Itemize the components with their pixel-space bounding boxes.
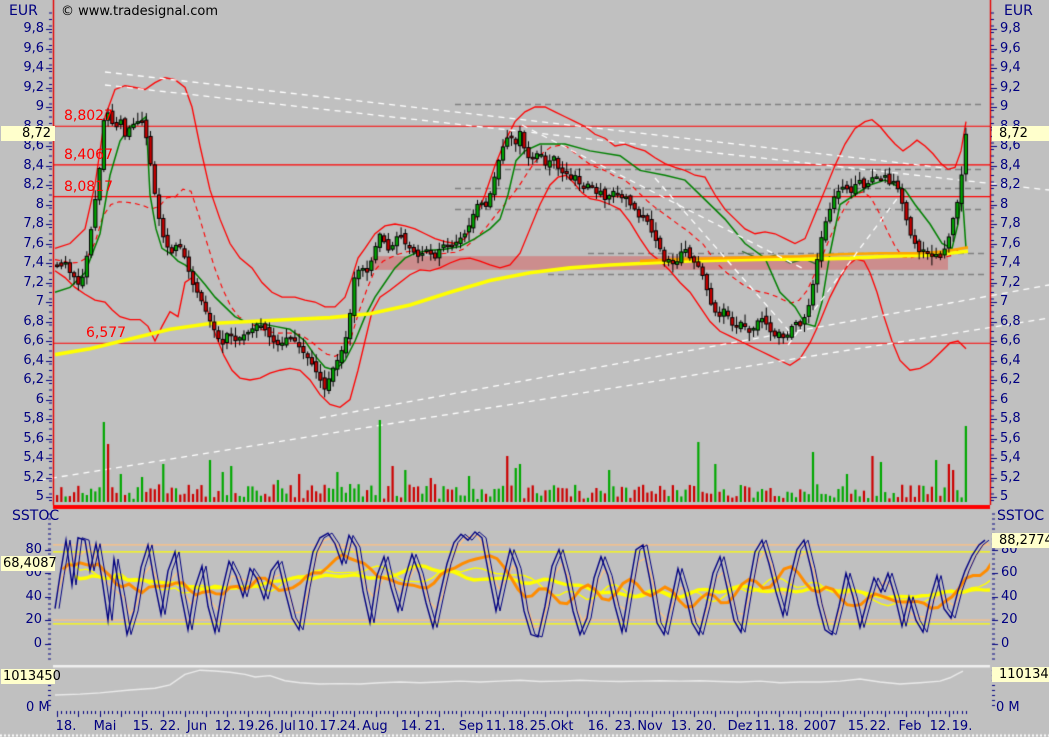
price-tick-label-left: 8,4 xyxy=(23,157,44,173)
price-tick-label-right: 7 xyxy=(1000,294,1009,309)
price-tick-label-left: 6 xyxy=(35,391,44,407)
chart-canvas[interactable] xyxy=(0,0,1049,737)
hline-label-8-0817: 8,0817 xyxy=(64,179,113,195)
sstoc-tick-label-right: 40 xyxy=(1001,588,1018,604)
sstoc-title-right: SSTOC xyxy=(997,508,1045,524)
sstoc-tick-label-left: 40 xyxy=(25,588,42,604)
price-tick-label-right: 5,8 xyxy=(1000,411,1021,426)
price-tick-label-right: 9,4 xyxy=(1000,60,1021,75)
price-tick-label-left: 5,8 xyxy=(23,411,44,426)
sstoc-value-box-right: 88,2774 xyxy=(992,533,1049,548)
sstoc-tick-label-left: 80 xyxy=(25,541,42,557)
price-tick-label-right: 7,4 xyxy=(1000,255,1021,270)
volume-zero-label-right: 0 M xyxy=(996,700,1020,715)
price-tick-label-right: 7,8 xyxy=(1000,216,1021,231)
price-tick-label-left: 7,6 xyxy=(23,235,44,251)
volume-zero-label-left: 0 M xyxy=(26,700,50,715)
price-tick-label-right: 8 xyxy=(1000,196,1009,212)
x-axis-label: 18. xyxy=(55,719,77,734)
price-tick-label-right: 6,6 xyxy=(1000,333,1021,348)
price-tick-label-right: 6 xyxy=(1000,391,1009,407)
price-tick-label-right: 9 xyxy=(1000,99,1009,114)
price-tick-label-left: 9,8 xyxy=(23,21,44,36)
price-tick-label-right: 9,6 xyxy=(1000,40,1021,56)
copyright-text: © www.tradesignal.com xyxy=(61,4,218,19)
sstoc-tick-label-right: 20 xyxy=(1001,612,1018,628)
price-tick-label-right: 7,2 xyxy=(1000,274,1021,290)
sstoc-tick-label-right: 0 xyxy=(1001,636,1010,651)
price-tick-label-left: 8 xyxy=(35,196,44,212)
price-axis-title-left: EUR xyxy=(9,3,38,19)
price-tick-label-left: 6,8 xyxy=(23,313,44,329)
hline-label-8-8027: 8,8027 xyxy=(64,108,113,124)
price-tick-label-right: 6,2 xyxy=(1000,372,1021,387)
price-tick-label-left: 7 xyxy=(35,294,44,309)
price-tick-label-right: 6,8 xyxy=(1000,313,1021,329)
sstoc-value-box-left: 68,4087 xyxy=(1,556,57,571)
x-axis-label: 19. xyxy=(951,719,973,734)
sstoc-tick-label-right: 60 xyxy=(1001,565,1018,581)
price-tick-label-right: 5,4 xyxy=(1000,450,1021,465)
hline-label-8-4067: 8,4067 xyxy=(64,147,113,163)
price-tick-label-right: 7,6 xyxy=(1000,235,1021,251)
price-tick-label-right: 8,2 xyxy=(1000,177,1021,192)
price-tick-label-right: 6,4 xyxy=(1000,352,1021,368)
sstoc-title-left: SSTOC xyxy=(12,508,60,524)
price-tick-label-right: 5,6 xyxy=(1000,430,1021,446)
price-tick-label-left: 6,6 xyxy=(23,333,44,348)
price-tick-label-right: 5 xyxy=(1000,489,1009,504)
price-tick-label-left: 5 xyxy=(35,489,44,504)
price-tick-label-left: 6,2 xyxy=(23,372,44,387)
price-tick-label-left: 9,6 xyxy=(23,40,44,56)
price-tick-label-right: 9,8 xyxy=(1000,21,1021,36)
last-price-box-left: 8,72 xyxy=(1,126,55,141)
price-tick-label-left: 7,2 xyxy=(23,274,44,290)
price-axis-title-right: EUR xyxy=(1004,3,1033,19)
price-tick-label-left: 9 xyxy=(35,99,44,114)
price-tick-label-left: 5,4 xyxy=(23,450,44,465)
price-tick-label-left: 7,8 xyxy=(23,216,44,231)
trading-chart-window: EUR © www.tradesignal.com EUR 8,8027 8,4… xyxy=(0,0,1049,737)
sstoc-tick-label-left: 0 xyxy=(33,636,42,651)
price-tick-label-right: 8,4 xyxy=(1000,157,1021,173)
price-tick-label-left: 5,6 xyxy=(23,430,44,446)
last-price-box-right: 8,72 xyxy=(992,126,1049,141)
volume-value-box-left: 1013450 xyxy=(1,669,61,684)
price-tick-label-right: 5,2 xyxy=(1000,469,1021,485)
price-tick-label-left: 8,6 xyxy=(23,138,44,153)
price-tick-label-right: 9,2 xyxy=(1000,79,1021,95)
price-tick-label-left: 9,4 xyxy=(23,60,44,75)
price-tick-label-right: 8,6 xyxy=(1000,138,1021,153)
price-tick-label-left: 8,2 xyxy=(23,177,44,192)
volume-value-box-right: 11013450 xyxy=(992,667,1049,682)
price-tick-label-left: 6,4 xyxy=(23,352,44,368)
price-tick-label-left: 7,4 xyxy=(23,255,44,270)
sstoc-tick-label-left: 20 xyxy=(25,612,42,628)
hline-label-6-577: 6,577 xyxy=(86,325,127,341)
price-tick-label-left: 9,2 xyxy=(23,79,44,95)
price-tick-label-left: 5,2 xyxy=(23,469,44,485)
